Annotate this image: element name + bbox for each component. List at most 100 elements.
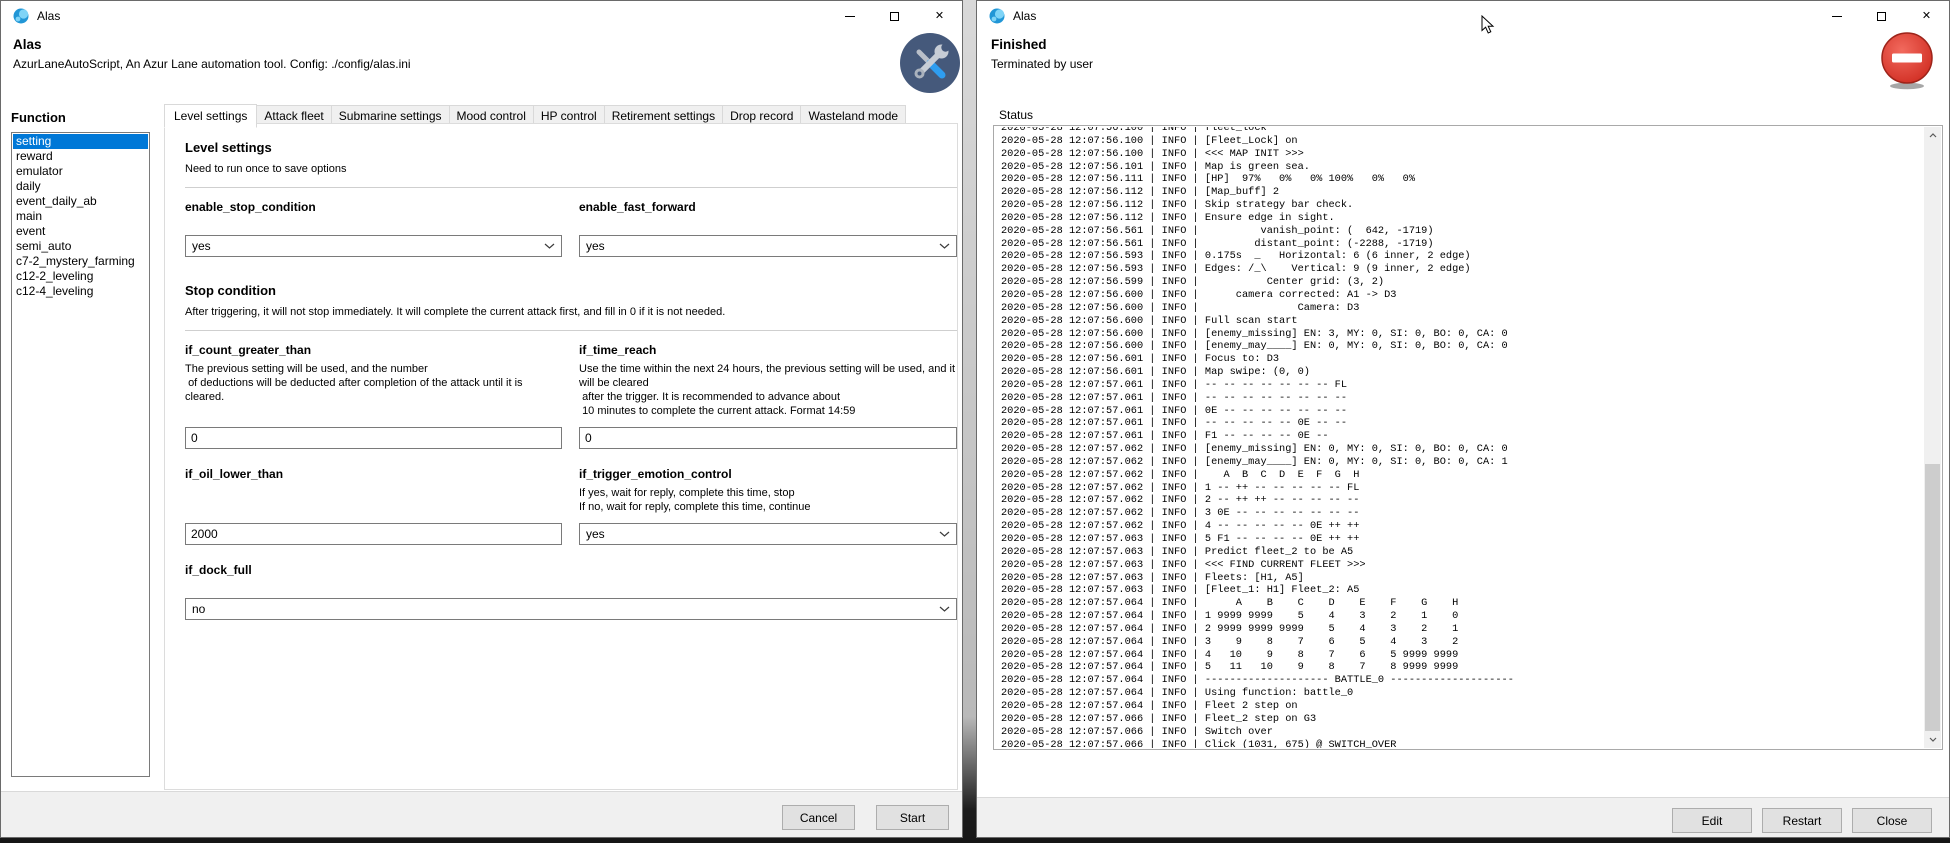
log-line: 2020-05-28 12:07:57.066 | INFO | Switch … <box>1001 726 1924 739</box>
close-button[interactable]: ✕ <box>917 1 962 31</box>
log-line: 2020-05-28 12:07:56.561 | INFO | distant… <box>1001 238 1924 251</box>
log-line: 2020-05-28 12:07:57.063 | INFO | Fleets:… <box>1001 572 1924 585</box>
if-time-reach-input[interactable] <box>579 427 957 449</box>
log-line: 2020-05-28 12:07:56.600 | INFO | Full sc… <box>1001 315 1924 328</box>
if-trigger-emotion-control-select[interactable]: yes <box>579 523 957 545</box>
divider <box>185 330 957 331</box>
log-line: 2020-05-28 12:07:57.061 | INFO | -- -- -… <box>1001 392 1924 405</box>
minimize-button[interactable] <box>1814 1 1859 31</box>
section-title-level-settings: Level settings <box>185 140 955 155</box>
minimize-button[interactable] <box>827 1 872 31</box>
log-line: 2020-05-28 12:07:57.061 | INFO | -- -- -… <box>1001 417 1924 430</box>
titlebar[interactable]: Alas ✕ <box>977 1 1949 31</box>
minimize-icon <box>1832 16 1842 17</box>
log-line: 2020-05-28 12:07:57.064 | INFO | 5 11 10… <box>1001 661 1924 674</box>
enable-stop-condition-select[interactable]: yes <box>185 235 562 257</box>
function-label: Function <box>11 110 66 125</box>
field-if-time-reach: if_time_reach Use the time within the ne… <box>579 343 957 449</box>
run-status-subtitle: Terminated by user <box>991 57 1093 71</box>
log-line: 2020-05-28 12:07:57.066 | INFO | Fleet_2… <box>1001 713 1924 726</box>
chevron-up-icon <box>1929 133 1937 138</box>
maximize-button[interactable] <box>872 1 917 31</box>
scroll-down-button[interactable] <box>1924 731 1941 748</box>
titlebar[interactable]: Alas ✕ <box>1 1 962 31</box>
function-item[interactable]: event_daily_ab <box>13 194 148 209</box>
log-line: 2020-05-28 12:07:57.062 | INFO | 2 -- ++… <box>1001 494 1924 507</box>
alas-app-icon <box>989 8 1005 24</box>
log-line: 2020-05-28 12:07:56.101 | INFO | Map is … <box>1001 161 1924 174</box>
log-output[interactable]: 2020-05-28 12:07:56.100 | INFO | fleet_l… <box>993 125 1943 750</box>
log-line: 2020-05-28 12:07:57.064 | INFO | Fleet 2… <box>1001 700 1924 713</box>
log-line: 2020-05-28 12:07:56.600 | INFO | Camera:… <box>1001 302 1924 315</box>
log-line: 2020-05-28 12:07:57.064 | INFO | 1 9999 … <box>1001 610 1924 623</box>
log-line: 2020-05-28 12:07:56.100 | INFO | [Fleet_… <box>1001 135 1924 148</box>
restart-button[interactable]: Restart <box>1762 808 1842 833</box>
function-item[interactable]: c12-2_leveling <box>13 269 148 284</box>
chevron-down-icon <box>1929 737 1937 742</box>
log-line: 2020-05-28 12:07:57.064 | INFO | 4 10 9 … <box>1001 649 1924 662</box>
chevron-down-icon <box>939 606 950 612</box>
log-line: 2020-05-28 12:07:57.066 | INFO | Click (… <box>1001 739 1924 749</box>
section-desc-stop-condition: After triggering, it will not stop immed… <box>185 306 955 318</box>
chevron-down-icon <box>544 243 555 249</box>
alas-log-window: Alas ✕ Finished Terminated by user Statu… <box>976 0 1950 838</box>
log-line: 2020-05-28 12:07:57.064 | INFO | -------… <box>1001 674 1924 687</box>
function-item[interactable]: event <box>13 224 148 239</box>
log-line: 2020-05-28 12:07:57.062 | INFO | 4 -- --… <box>1001 520 1924 533</box>
alas-app-icon <box>13 8 29 24</box>
left-footer: Cancel Start <box>1 791 962 837</box>
log-line: 2020-05-28 12:07:56.561 | INFO | vanish_… <box>1001 225 1924 238</box>
function-item[interactable]: setting <box>13 134 148 149</box>
log-line: 2020-05-28 12:07:56.100 | INFO | fleet_l… <box>1001 127 1924 135</box>
field-if-oil-lower-than: if_oil_lower_than <box>185 467 562 545</box>
close-run-button[interactable]: Close <box>1852 808 1932 833</box>
log-line: 2020-05-28 12:07:56.600 | INFO | camera … <box>1001 289 1924 302</box>
field-if-count-greater-than: if_count_greater_than The previous setti… <box>185 343 562 449</box>
function-item[interactable]: semi_auto <box>13 239 148 254</box>
chevron-down-icon <box>939 531 950 537</box>
field-enable-fast-forward: enable_fast_forward yes <box>579 200 957 257</box>
log-line: 2020-05-28 12:07:56.601 | INFO | Map swi… <box>1001 366 1924 379</box>
settings-tab[interactable]: Level settings <box>164 104 257 128</box>
if-oil-lower-than-input[interactable] <box>185 523 562 545</box>
log-lines: 2020-05-28 12:07:56.100 | INFO | fleet_l… <box>995 127 1924 748</box>
window-title: Alas <box>1013 9 1036 23</box>
function-item[interactable]: daily <box>13 179 148 194</box>
if-count-greater-than-input[interactable] <box>185 427 562 449</box>
edit-button[interactable]: Edit <box>1672 808 1752 833</box>
log-line: 2020-05-28 12:07:56.100 | INFO | <<< MAP… <box>1001 148 1924 161</box>
start-button[interactable]: Start <box>876 805 949 830</box>
log-line: 2020-05-28 12:07:56.601 | INFO | Focus t… <box>1001 353 1924 366</box>
close-icon: ✕ <box>935 11 944 22</box>
run-status-title: Finished <box>991 37 1047 52</box>
window-title: Alas <box>37 9 60 23</box>
enable-fast-forward-select[interactable]: yes <box>579 235 957 257</box>
log-line: 2020-05-28 12:07:57.064 | INFO | A B C D… <box>1001 597 1924 610</box>
function-item[interactable]: emulator <box>13 164 148 179</box>
function-list: settingrewardemulatordailyevent_daily_ab… <box>11 132 150 777</box>
maximize-button[interactable] <box>1859 1 1904 31</box>
function-item[interactable]: c7-2_mystery_farming <box>13 254 148 269</box>
if-dock-full-select[interactable]: no <box>185 598 957 620</box>
right-footer: Edit Restart Close <box>977 797 1949 837</box>
function-item[interactable]: reward <box>13 149 148 164</box>
scroll-up-button[interactable] <box>1924 127 1941 144</box>
log-line: 2020-05-28 12:07:56.112 | INFO | Skip st… <box>1001 199 1924 212</box>
section-title-stop-condition: Stop condition <box>185 283 955 298</box>
close-icon: ✕ <box>1922 11 1931 22</box>
log-line: 2020-05-28 12:07:57.063 | INFO | [Fleet_… <box>1001 584 1924 597</box>
log-line: 2020-05-28 12:07:57.063 | INFO | <<< FIN… <box>1001 559 1924 572</box>
log-scrollbar[interactable] <box>1924 127 1941 748</box>
log-line: 2020-05-28 12:07:57.062 | INFO | [enemy_… <box>1001 443 1924 456</box>
stopped-icon <box>1879 31 1935 91</box>
close-button[interactable]: ✕ <box>1904 1 1949 31</box>
log-line: 2020-05-28 12:07:57.061 | INFO | -- -- -… <box>1001 379 1924 392</box>
scrollbar-thumb[interactable] <box>1925 464 1940 731</box>
log-line: 2020-05-28 12:07:57.062 | INFO | 1 -- ++… <box>1001 482 1924 495</box>
function-item[interactable]: main <box>13 209 148 224</box>
cancel-button[interactable]: Cancel <box>782 805 855 830</box>
page-title: Alas <box>13 37 42 52</box>
log-line: 2020-05-28 12:07:56.593 | INFO | Edges: … <box>1001 263 1924 276</box>
function-item[interactable]: c12-4_leveling <box>13 284 148 299</box>
log-line: 2020-05-28 12:07:57.061 | INFO | 0E -- -… <box>1001 405 1924 418</box>
